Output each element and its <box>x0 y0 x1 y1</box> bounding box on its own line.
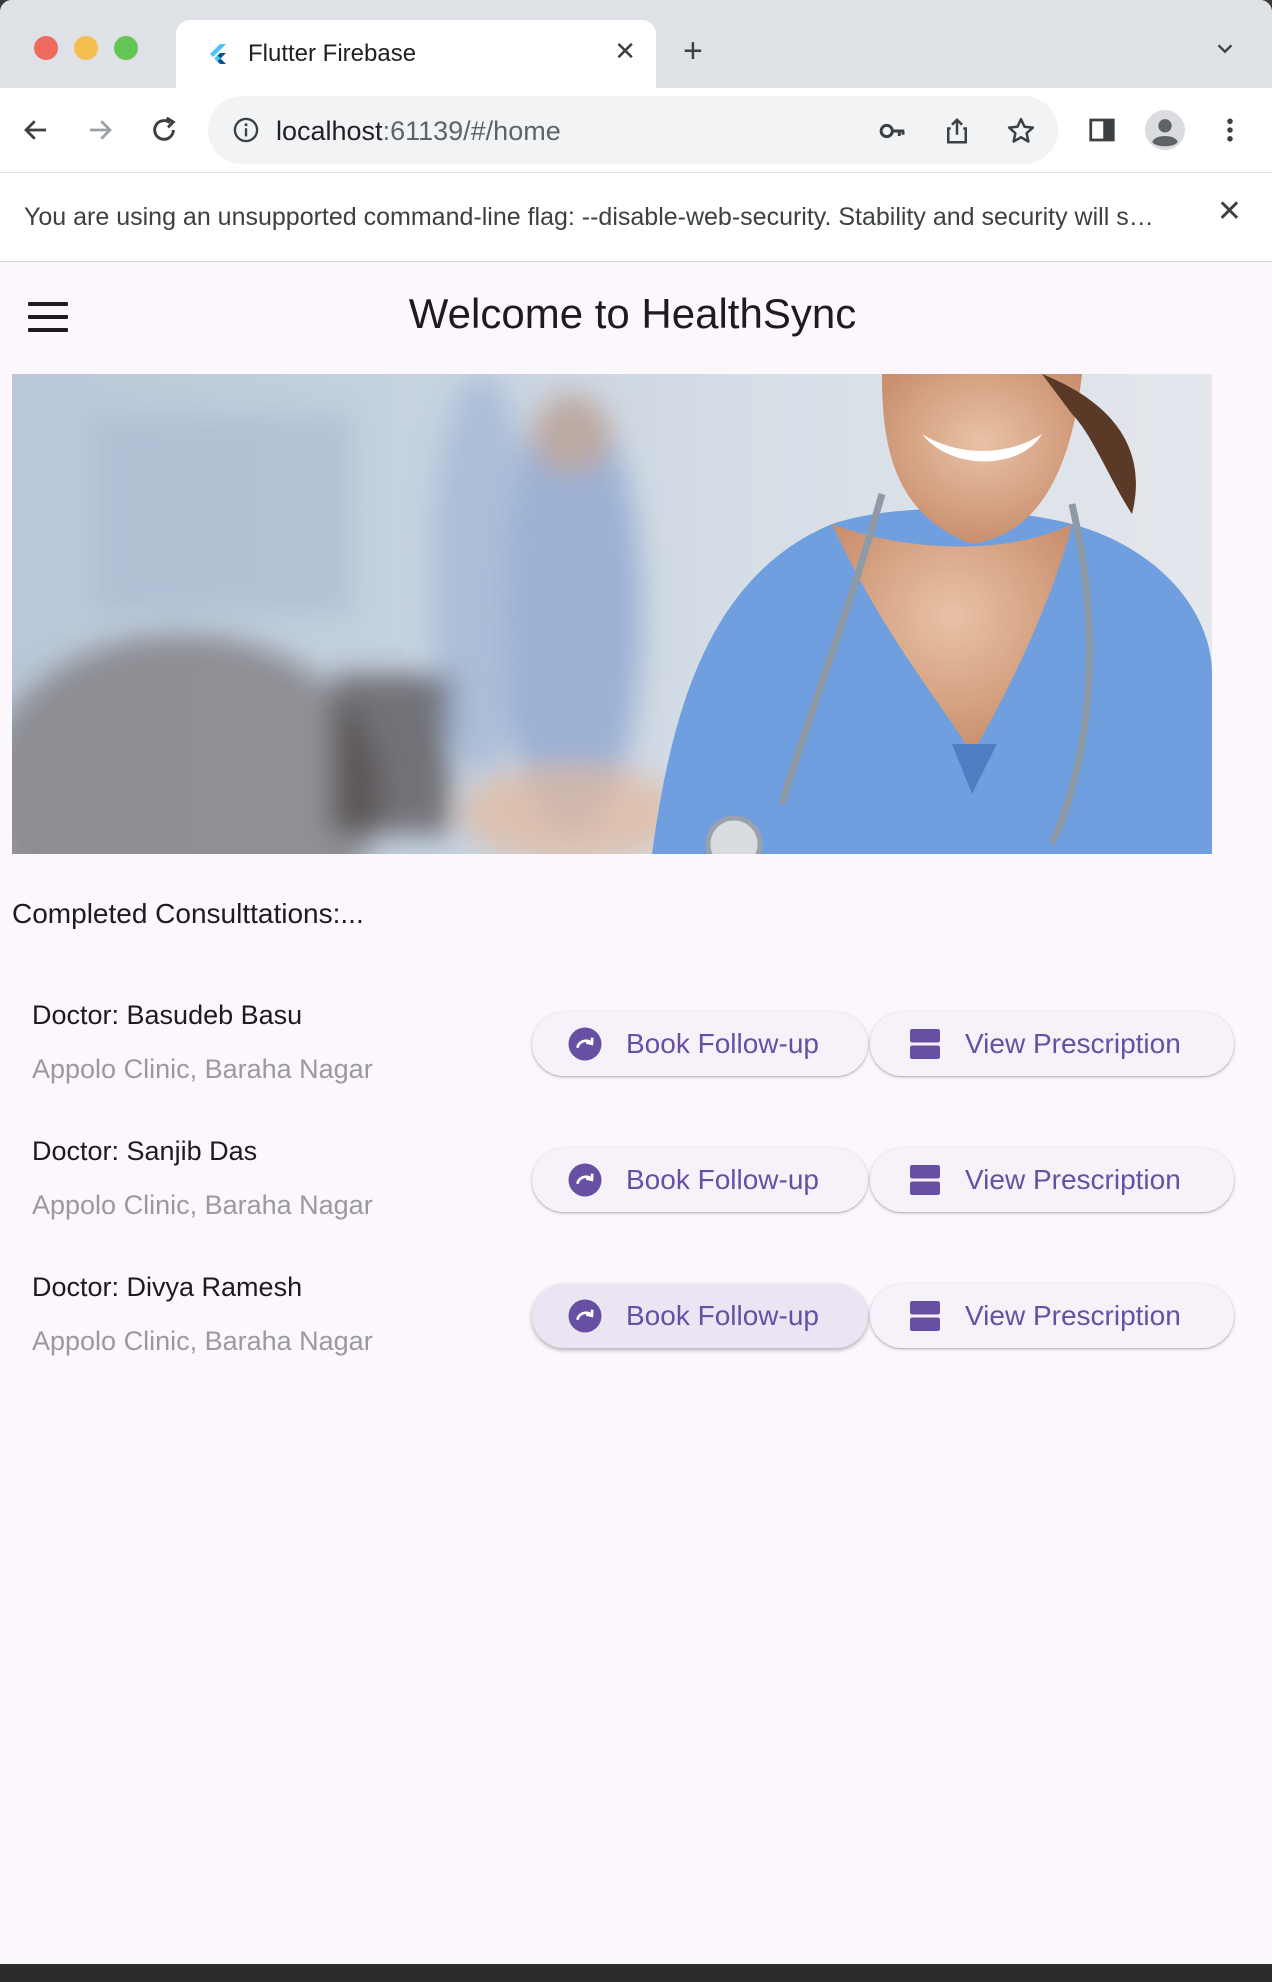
flutter-logo-icon <box>210 44 226 64</box>
view-prescription-label: View Prescription <box>965 1164 1181 1195</box>
tab-close-icon[interactable]: ✕ <box>614 38 636 64</box>
tab-strip: Flutter Firebase ✕ + <box>0 0 1272 88</box>
info-icon[interactable] <box>232 116 260 144</box>
doctor-name: Doctor: Sanjib Das <box>32 1136 258 1166</box>
consultation-item: Doctor: Basudeb Basu Appolo Clinic, Bara… <box>0 1000 1272 1120</box>
address-bar[interactable]: localhost:61139/#/home <box>208 96 1058 164</box>
book-follow-up-label: Book Follow-up <box>626 1164 819 1195</box>
clinic-name: Appolo Clinic, Baraha Nagar <box>32 1190 373 1220</box>
app-page: Welcome to HealthSync Completed Consultt… <box>0 262 1272 1964</box>
browser-window: Flutter Firebase ✕ + localhost:61139/#/h… <box>0 0 1272 1964</box>
view-prescription-label: View Prescription <box>965 1028 1181 1059</box>
reload-icon <box>153 116 176 141</box>
redo-circle-icon <box>568 1163 602 1197</box>
redo-circle-icon <box>568 1299 602 1333</box>
arrow-right-icon <box>90 120 112 140</box>
reload-button[interactable] <box>144 110 184 150</box>
browser-tab[interactable]: Flutter Firebase ✕ <box>176 20 656 88</box>
redo-circle-icon <box>568 1027 602 1061</box>
book-follow-up-button[interactable]: Book Follow-up <box>532 1284 868 1348</box>
clinic-name: Appolo Clinic, Baraha Nagar <box>32 1326 373 1356</box>
browser-toolbar: localhost:61139/#/home <box>0 88 1272 172</box>
more-menu-button[interactable] <box>1210 110 1250 150</box>
side-panel-button[interactable] <box>1082 110 1122 150</box>
side-panel-icon <box>1089 118 1115 142</box>
star-icon[interactable] <box>1006 116 1036 146</box>
url-path: :61139/#/home <box>382 116 561 146</box>
status-bar <box>0 1964 1272 1982</box>
view-prescription-button[interactable]: View Prescription <box>870 1012 1234 1076</box>
tab-title: Flutter Firebase <box>248 40 417 67</box>
view-agenda-icon <box>910 1029 940 1059</box>
infobar-close-icon[interactable]: ✕ <box>1217 197 1242 227</box>
book-follow-up-label: Book Follow-up <box>626 1028 819 1059</box>
close-window-button[interactable] <box>34 36 58 60</box>
chevron-down-icon[interactable] <box>1214 38 1236 60</box>
infobar-message: You are using an unsupported command-lin… <box>24 203 1164 231</box>
view-prescription-label: View Prescription <box>965 1300 1181 1331</box>
share-icon[interactable] <box>942 116 972 146</box>
key-icon[interactable] <box>878 116 908 146</box>
view-prescription-button[interactable]: View Prescription <box>870 1284 1234 1348</box>
avatar-icon <box>1145 110 1185 150</box>
book-follow-up-label: Book Follow-up <box>626 1300 819 1331</box>
forward-button[interactable] <box>80 110 120 150</box>
profile-button[interactable] <box>1145 110 1185 150</box>
doctor-photo <box>12 374 1212 854</box>
minimize-window-button[interactable] <box>74 36 98 60</box>
view-agenda-icon <box>910 1301 940 1331</box>
doctor-name: Doctor: Basudeb Basu <box>32 1000 303 1030</box>
view-prescription-button[interactable]: View Prescription <box>870 1148 1234 1212</box>
book-follow-up-button[interactable]: Book Follow-up <box>532 1012 868 1076</box>
more-vert-icon <box>1227 118 1233 142</box>
new-tab-button[interactable]: + <box>683 34 703 68</box>
maximize-window-button[interactable] <box>114 36 138 60</box>
section-title: Completed Consulttations:... <box>12 898 364 929</box>
book-follow-up-button[interactable]: Book Follow-up <box>532 1148 868 1212</box>
clinic-name: Appolo Clinic, Baraha Nagar <box>32 1054 373 1084</box>
back-button[interactable] <box>16 110 56 150</box>
consultation-item: Doctor: Divya Ramesh Appolo Clinic, Bara… <box>0 1272 1272 1392</box>
warning-infobar: You are using an unsupported command-lin… <box>0 172 1272 262</box>
consultation-item: Doctor: Sanjib Das Appolo Clinic, Baraha… <box>0 1136 1272 1256</box>
page-title: Welcome to HealthSync <box>408 290 857 337</box>
arrow-left-icon <box>24 120 46 140</box>
url-host: localhost <box>276 116 383 146</box>
view-agenda-icon <box>910 1165 940 1195</box>
doctor-name: Doctor: Divya Ramesh <box>32 1272 303 1302</box>
url-text[interactable]: localhost:61139/#/home <box>276 116 561 147</box>
hero-image <box>12 374 1212 854</box>
